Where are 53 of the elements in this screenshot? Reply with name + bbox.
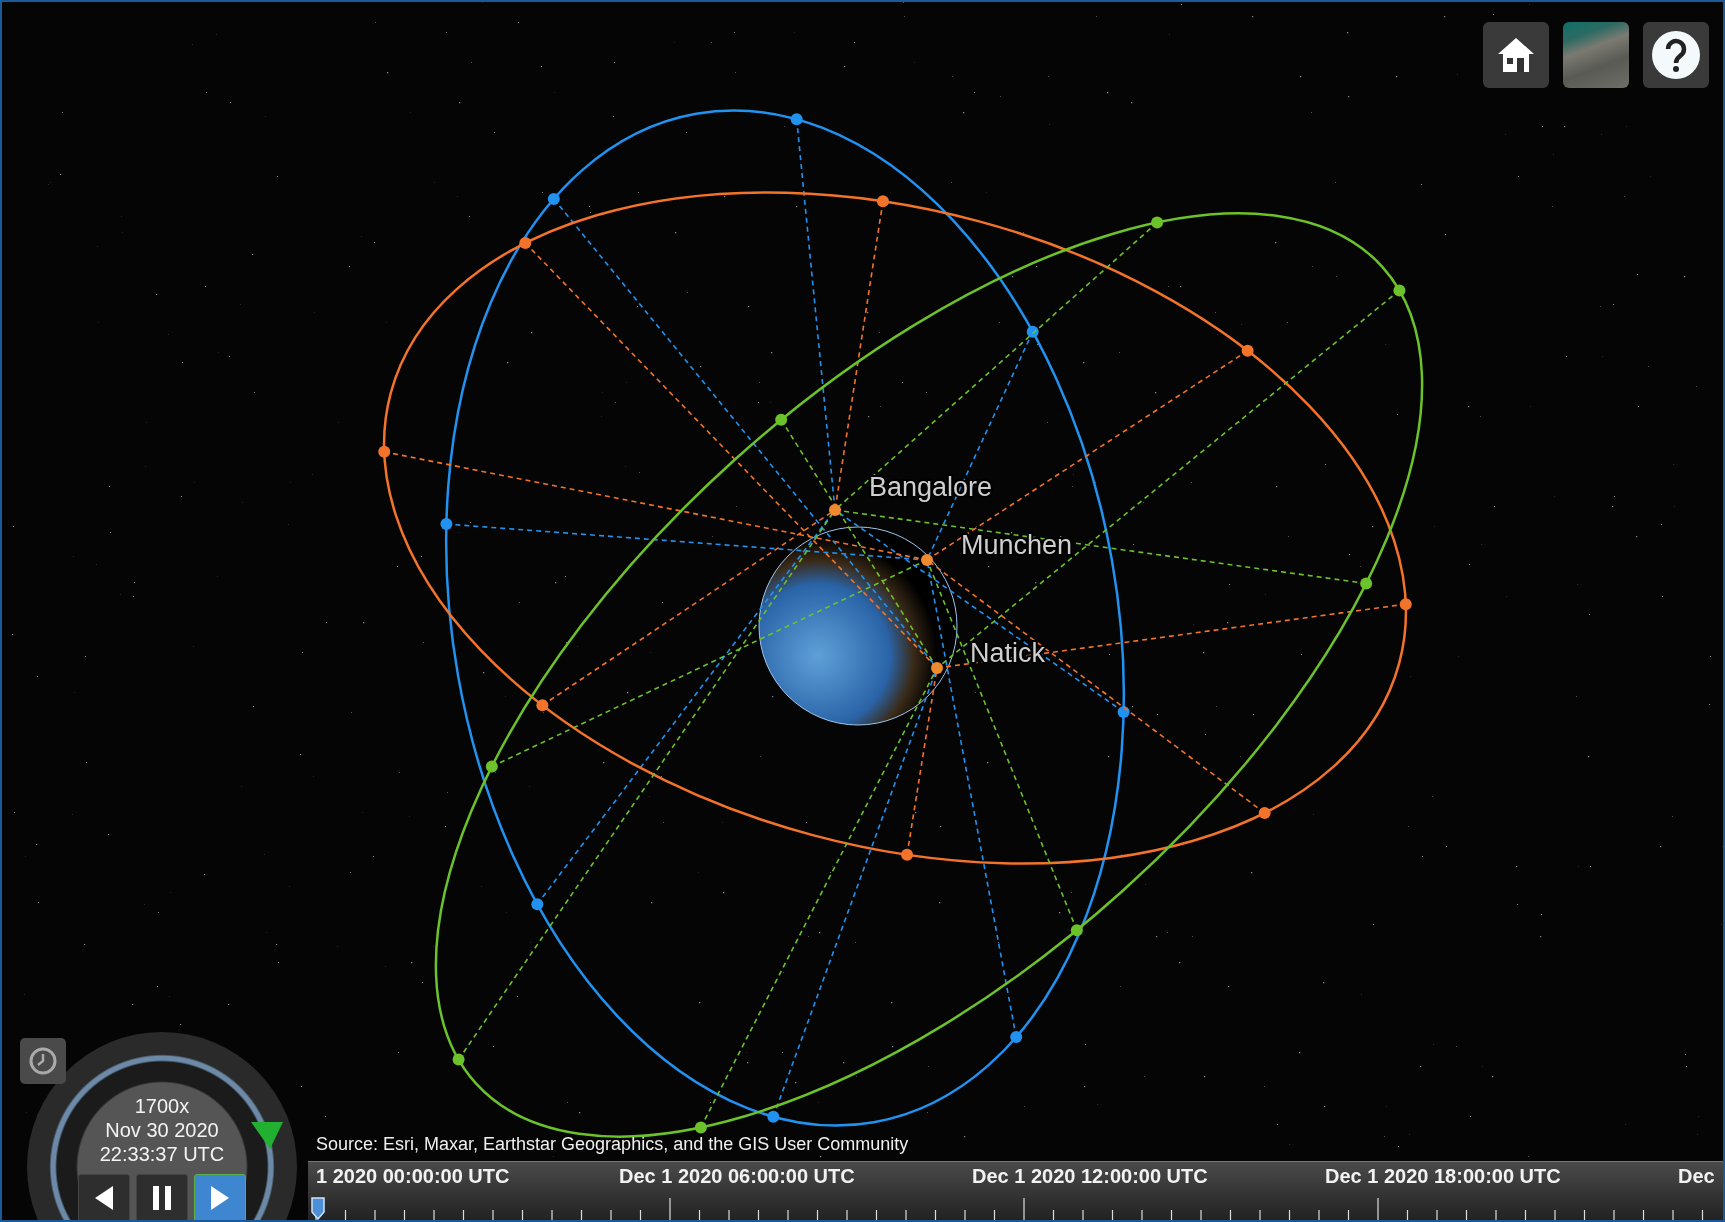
timeline-label: Dec xyxy=(1678,1164,1715,1189)
time-text: 22:33:37 UTC xyxy=(99,1142,225,1166)
reverse-icon xyxy=(93,1185,115,1211)
satellite-marker[interactable] xyxy=(547,192,560,205)
timeline-label: Dec 1 2020 12:00:00 UTC xyxy=(972,1164,1209,1189)
play-button[interactable] xyxy=(194,1174,246,1220)
speed-text: 1700x xyxy=(134,1094,190,1118)
ground-station-label: Munchen xyxy=(961,530,1073,560)
satellite-marker[interactable] xyxy=(1360,577,1373,590)
attribution-text: Source: Esri, Maxar, Earthstar Geographics, and the GIS User Community xyxy=(316,1134,909,1155)
clock-icon xyxy=(28,1046,58,1076)
satellite-marker[interactable] xyxy=(1151,216,1164,229)
satellite-marker[interactable] xyxy=(1010,1031,1023,1044)
ground-station-label: Bangalore xyxy=(869,472,993,502)
timeline[interactable]: 1 2020 00:00:00 UTC Dec 1 2020 06:00:00 UTC Dec 1 2020 12:00:00 UTC Dec 1 2020 18:00:00 UTC Dec xyxy=(308,1161,1723,1220)
clock-mode-button[interactable] xyxy=(20,1038,66,1084)
satellite-marker[interactable] xyxy=(378,445,391,458)
pause-icon xyxy=(152,1185,172,1211)
pause-button[interactable] xyxy=(136,1174,188,1220)
satellite-marker[interactable] xyxy=(1241,344,1254,357)
date-text: Nov 30 2020 xyxy=(105,1118,219,1142)
help-icon xyxy=(1651,30,1701,80)
satellite-marker[interactable] xyxy=(531,898,544,911)
satellite-marker[interactable] xyxy=(536,699,549,712)
satellite-marker[interactable] xyxy=(1258,806,1271,819)
home-icon xyxy=(1496,36,1536,74)
time-marker-icon[interactable] xyxy=(310,1196,326,1220)
ground-station-marker[interactable] xyxy=(921,554,933,566)
ground-station-marker[interactable] xyxy=(829,504,841,516)
satellite-marker[interactable] xyxy=(452,1053,465,1066)
satellite-marker[interactable] xyxy=(1393,284,1406,297)
satellite-marker[interactable] xyxy=(1026,325,1039,338)
satellite-marker[interactable] xyxy=(1399,598,1412,611)
satellite-marker[interactable] xyxy=(1070,924,1083,937)
satellite-marker[interactable] xyxy=(767,1110,780,1123)
satellite-marker[interactable] xyxy=(485,760,498,773)
help-button[interactable] xyxy=(1643,22,1709,88)
satellite-marker[interactable] xyxy=(901,848,914,861)
reverse-button[interactable] xyxy=(78,1174,130,1220)
satellite-marker[interactable] xyxy=(440,518,453,531)
timeline-label: Dec 1 2020 06:00:00 UTC xyxy=(619,1164,856,1189)
ground-station-marker[interactable] xyxy=(931,662,943,674)
satellite-marker[interactable] xyxy=(694,1121,707,1134)
play-icon xyxy=(209,1185,231,1211)
timeline-label: 1 2020 00:00:00 UTC xyxy=(316,1164,511,1189)
home-button[interactable] xyxy=(1483,22,1549,88)
timeline-label: Dec 1 2020 18:00:00 UTC xyxy=(1325,1164,1562,1189)
satellite-marker[interactable] xyxy=(790,113,803,126)
satellite-marker[interactable] xyxy=(1117,705,1130,718)
satellite-marker[interactable] xyxy=(876,195,889,208)
satellite-marker[interactable] xyxy=(519,237,532,250)
satellite-marker[interactable] xyxy=(775,413,788,426)
speed-handle-icon[interactable] xyxy=(250,1120,284,1150)
